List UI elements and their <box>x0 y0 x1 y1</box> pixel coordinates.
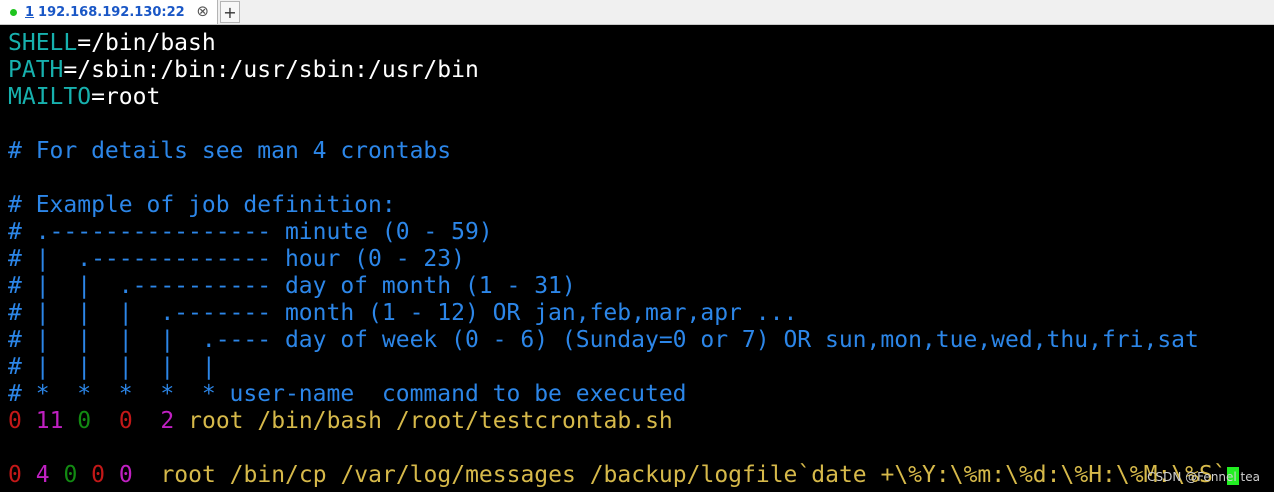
cron-weekday: 0 <box>118 462 133 488</box>
comment-line: # For details see man 4 crontabs <box>8 138 452 164</box>
close-tab-icon[interactable]: ⊗ <box>196 3 209 20</box>
cron-month: 0 <box>118 408 133 434</box>
cron-minute: 0 <box>8 408 22 434</box>
cron-month: 0 <box>91 462 106 488</box>
cron-minute: 0 <box>8 462 22 488</box>
cron-command: root /bin/cp /var/log/messages /backup/l… <box>160 462 1227 488</box>
env-line-mailto: MAILTO=root <box>8 84 160 111</box>
tab-number: 1 <box>25 4 35 20</box>
session-tab[interactable]: 1 192.168.192.130:22 ⊗ <box>0 0 218 24</box>
env-value: =/bin/bash <box>77 30 216 56</box>
tab-title: 192.168.192.130:22 <box>38 4 185 20</box>
env-value: =root <box>91 84 161 110</box>
cron-job-line: 0 11 0 0 2 root /bin/bash /root/testcron… <box>8 408 673 435</box>
comment-line: # | | | .------- month (1 - 12) OR jan,f… <box>8 300 798 326</box>
cron-weekday: 2 <box>160 408 175 434</box>
comment-line: # Example of job definition: <box>8 192 396 218</box>
cron-job-line: 0 4 0 0 0 root /bin/cp /var/log/messages… <box>8 462 1239 489</box>
cron-hour: 4 <box>35 462 50 488</box>
comment-line: # .---------------- minute (0 - 59) <box>8 219 493 245</box>
cron-day: 0 <box>63 462 78 488</box>
env-value: =/sbin:/bin:/usr/sbin:/usr/bin <box>63 57 479 83</box>
cron-hour: 11 <box>35 408 64 434</box>
cron-day: 0 <box>77 408 92 434</box>
env-name: SHELL <box>8 30 78 56</box>
cron-command: root /bin/bash /root/testcrontab.sh <box>188 408 673 434</box>
env-name: MAILTO <box>8 84 92 110</box>
watermark: CSDN @Fennel tea <box>1147 470 1260 484</box>
comment-line: # | | .---------- day of month (1 - 31) <box>8 273 576 299</box>
comment-line: # * * * * * user-name command to be exec… <box>8 381 687 407</box>
comment-line: # | | | | | <box>8 354 216 380</box>
env-line-shell: SHELL=/bin/bash <box>8 30 216 57</box>
comment-line: # | .------------- hour (0 - 23) <box>8 246 465 272</box>
terminal-area[interactable]: SHELL=/bin/bash PATH=/sbin:/bin:/usr/sbi… <box>0 27 1274 492</box>
comment-line: # | | | | .---- day of week (0 - 6) (Sun… <box>8 327 1199 353</box>
connected-status-icon <box>10 8 17 16</box>
env-line-path: PATH=/sbin:/bin:/usr/sbin:/usr/bin <box>8 57 479 84</box>
tab-bar: 1 192.168.192.130:22 ⊗ + <box>0 0 1274 25</box>
new-tab-button[interactable]: + <box>220 1 240 23</box>
env-name: PATH <box>8 57 64 83</box>
